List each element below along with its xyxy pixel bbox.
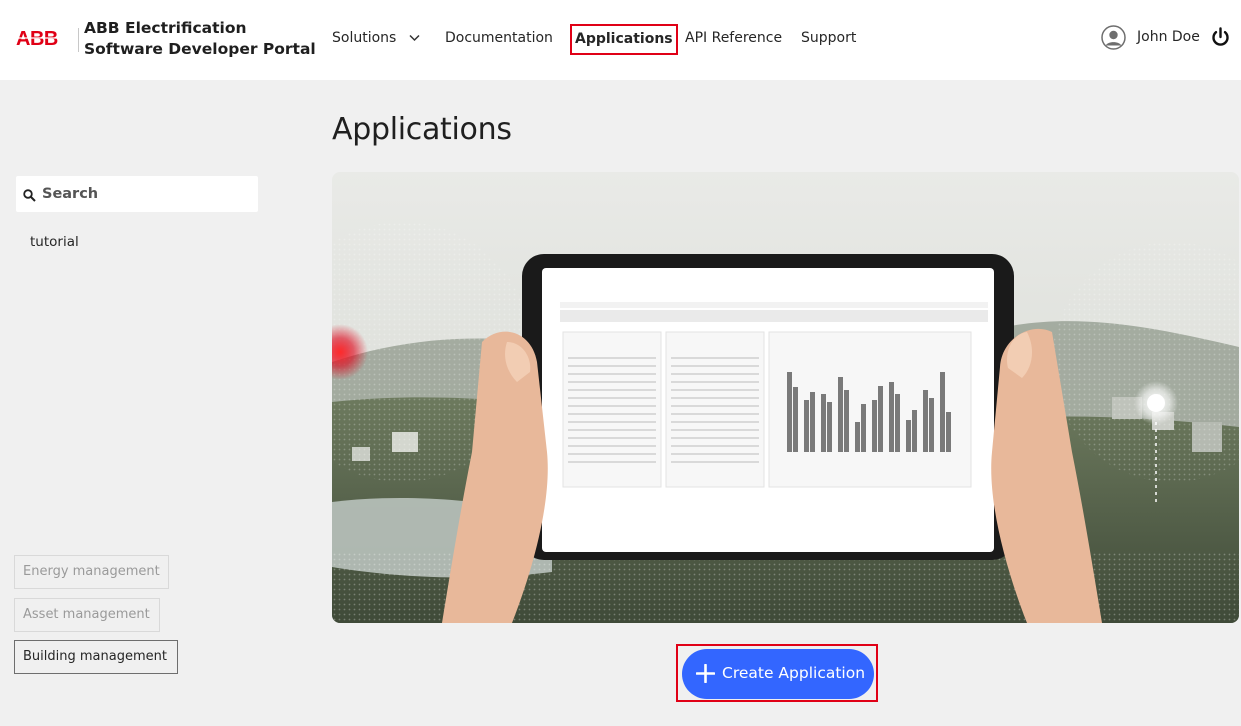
portal-title[interactable]: ABB Electrification Software Developer P…	[84, 18, 316, 60]
power-logout-icon[interactable]	[1210, 27, 1231, 48]
plus-icon	[696, 664, 715, 683]
logo-divider	[78, 28, 79, 52]
top-header: ABB ABB Electrification Software Develop…	[0, 0, 1241, 80]
create-application-label: Create Application	[722, 664, 866, 682]
search-input[interactable]	[42, 176, 252, 212]
portal-title-line2: Software Developer Portal	[84, 40, 316, 58]
chevron-down-icon[interactable]	[409, 34, 420, 42]
create-application-button[interactable]: Create Application	[682, 649, 874, 699]
user-avatar-icon[interactable]	[1101, 25, 1126, 50]
hero-illustration	[332, 172, 1239, 623]
filter-building-management[interactable]: Building management	[14, 640, 178, 674]
tag-tutorial[interactable]: tutorial	[30, 234, 79, 250]
user-name[interactable]: John Doe	[1137, 29, 1200, 45]
hero-image	[332, 172, 1239, 623]
abb-logo[interactable]: ABB	[16, 28, 64, 48]
filter-asset-management[interactable]: Asset management	[14, 598, 160, 632]
nav-documentation[interactable]: Documentation	[445, 30, 553, 46]
nav-support[interactable]: Support	[801, 30, 856, 46]
filter-energy-management[interactable]: Energy management	[14, 555, 169, 589]
page-title: Applications	[332, 112, 512, 147]
nav-applications[interactable]: Applications	[570, 24, 678, 55]
search-box[interactable]	[16, 176, 258, 212]
nav-api-reference[interactable]: API Reference	[685, 30, 782, 46]
portal-title-line1: ABB Electrification	[84, 19, 247, 37]
search-icon	[23, 189, 36, 202]
nav-solutions[interactable]: Solutions	[332, 30, 396, 46]
